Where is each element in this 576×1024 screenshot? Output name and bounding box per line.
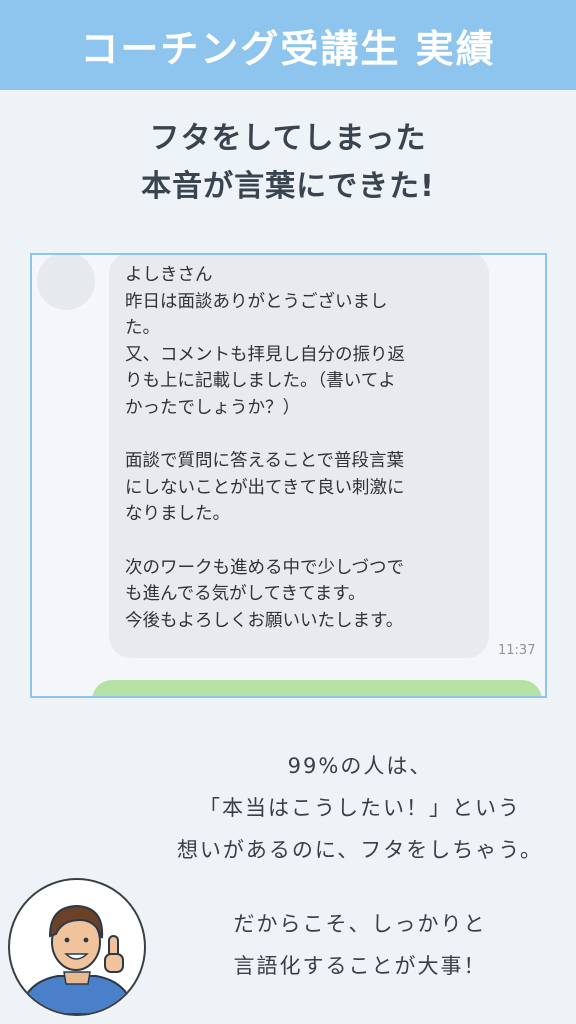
header-title: コーチング受講生 実績 xyxy=(80,26,496,71)
headline-line-2: 本音が言葉にできた! xyxy=(141,169,435,204)
message-line: も進んでる気がしてきてます。 xyxy=(125,584,366,605)
message-line: た。 xyxy=(125,318,160,339)
message-timestamp: 11:37 xyxy=(498,643,536,658)
handwritten-line-2: 「本当はこうしたい！」という xyxy=(199,796,521,820)
message-line: 昨日は面談ありがとうございまし xyxy=(125,291,388,312)
headline: フタをしてしまった 本音が言葉にできた! xyxy=(0,115,576,211)
message-line: 次のワークも進める中で少しづつで xyxy=(125,557,404,578)
message-bubble[interactable]: よしきさん 昨日は面談ありがとうございまし た。 又、コメントも拝見し自分の振り… xyxy=(109,255,489,658)
handwritten-line-5: 言語化することが大事！ xyxy=(233,954,487,978)
message-line: よしきさん xyxy=(125,265,213,285)
sender-avatar xyxy=(37,255,95,310)
handwritten-line-4: だからこそ、しっかりと xyxy=(233,912,487,936)
header-banner: コーチング受講生 実績 xyxy=(0,0,576,90)
message-line: にしないことが出てきて良い刺激に xyxy=(125,477,405,498)
handwritten-line-1: 99%の人は、 xyxy=(287,754,433,778)
coach-avatar xyxy=(8,878,146,1016)
headline-line-1: フタをしてしまった xyxy=(149,121,427,156)
coach-illustration-icon xyxy=(18,904,136,1014)
chat-screenshot-frame: よしきさん 昨日は面談ありがとうございまし た。 又、コメントも拝見し自分の振り… xyxy=(30,253,547,698)
handwritten-line-3: 想いがあるのに、フタをしちゃう。 xyxy=(176,838,544,862)
message-line: かったでしょうか？） xyxy=(125,397,300,418)
message-line: りも上に記載しました。（書いてよ xyxy=(125,371,396,392)
message-line: なりました。 xyxy=(125,504,230,525)
message-line: 面談で質問に答えることで普段言葉 xyxy=(125,451,404,472)
reply-bubble-cropped[interactable] xyxy=(92,680,542,696)
message-line: 今後もよろしくお願いいたします。 xyxy=(125,610,404,631)
message-line: 又、コメントも拝見し自分の振り返 xyxy=(125,344,405,365)
